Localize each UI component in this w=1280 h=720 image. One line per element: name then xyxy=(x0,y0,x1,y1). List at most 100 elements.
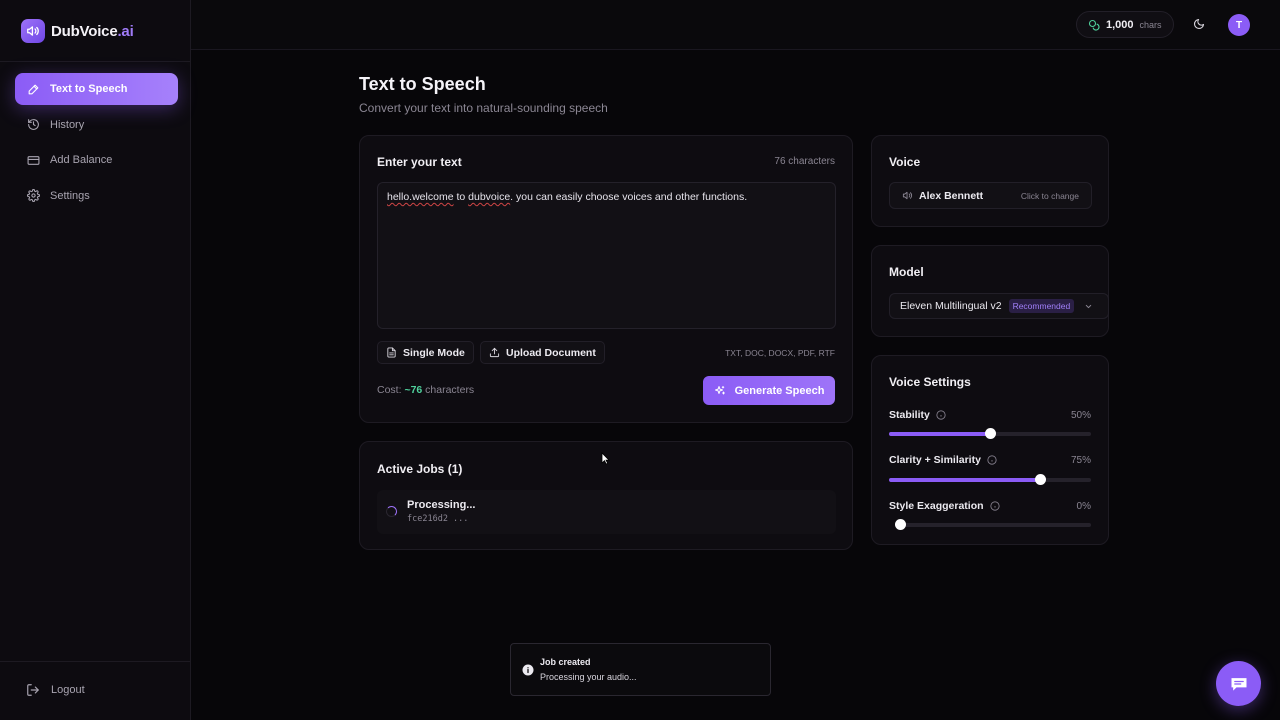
cost-suffix: characters xyxy=(422,384,475,396)
toast-title: Job created xyxy=(540,657,591,667)
supported-formats: TXT, DOC, DOCX, PDF, RTF xyxy=(725,348,835,358)
slider-thumb[interactable] xyxy=(984,428,996,439)
style-exaggeration-value: 0% xyxy=(1076,501,1091,512)
stability-slider[interactable] xyxy=(889,428,1091,439)
sidebar-item-text-to-speech[interactable]: Text to Speech xyxy=(15,73,178,105)
model-card: Model Eleven Multilingual v2 Recommended xyxy=(871,245,1109,337)
job-status: Processing... xyxy=(407,499,476,511)
brand-name: DubVoice.ai xyxy=(51,22,134,40)
sidebar: DubVoice.ai Text to Speech History Add B… xyxy=(0,0,191,720)
stability-value: 50% xyxy=(1070,410,1091,421)
sidebar-item-history[interactable]: History xyxy=(15,109,178,141)
generate-speech-label: Generate Speech xyxy=(734,384,825,397)
generate-speech-button[interactable]: Generate Speech xyxy=(703,376,835,405)
text-input-card: Enter your text 76 characters hello.welc… xyxy=(359,135,853,423)
sidebar-item-label: Settings xyxy=(50,189,90,202)
upload-document-label: Upload Document xyxy=(506,346,596,359)
card-title: Enter your text xyxy=(377,155,462,169)
style-exaggeration-label: Style Exaggeration xyxy=(889,500,1000,512)
spinner-icon xyxy=(386,506,397,517)
setting-label-text: Style Exaggeration xyxy=(889,500,984,512)
clarity-value: 75% xyxy=(1070,455,1091,466)
slider-fill xyxy=(889,432,990,436)
voice-settings-card: Voice Settings Stability 50% Clarity + S… xyxy=(871,355,1109,545)
voice-card: Voice Alex Bennett Click to change xyxy=(871,135,1109,227)
credit-card-icon xyxy=(26,153,40,167)
chat-bubble-icon xyxy=(1229,674,1249,694)
sidebar-item-label: History xyxy=(50,118,85,131)
upload-document-button[interactable]: Upload Document xyxy=(480,341,605,364)
upload-icon xyxy=(489,347,500,358)
char-count: 76 characters xyxy=(774,156,835,167)
gear-icon xyxy=(26,189,40,203)
job-id: fce216d2 ... xyxy=(407,514,469,524)
card-title: Model xyxy=(889,265,924,279)
mic-pen-icon xyxy=(26,82,40,96)
top-bar: 1,000 chars T xyxy=(191,0,1280,50)
card-title: Active Jobs (1) xyxy=(377,462,463,476)
divider xyxy=(0,661,190,662)
chat-support-button[interactable] xyxy=(1216,661,1261,706)
mouse-cursor-icon xyxy=(601,452,610,465)
info-icon xyxy=(522,664,534,676)
slider-thumb[interactable] xyxy=(1035,474,1046,485)
history-icon xyxy=(26,118,40,132)
spelling-flag: hello.welcome xyxy=(387,191,454,203)
divider xyxy=(0,61,190,62)
slider-thumb[interactable] xyxy=(895,519,906,530)
sidebar-item-label: Add Balance xyxy=(50,154,113,166)
sidebar-item-settings[interactable]: Settings xyxy=(15,180,178,212)
info-icon[interactable] xyxy=(987,455,997,465)
card-title: Voice Settings xyxy=(889,375,971,389)
logout-icon xyxy=(26,683,40,697)
credits-unit: chars xyxy=(1139,19,1162,30)
text-segment: . you can easily choose voices and other… xyxy=(510,191,748,203)
voice-selector[interactable]: Alex Bennett Click to change xyxy=(889,182,1092,209)
chevron-down-icon xyxy=(1084,302,1093,311)
logout-button[interactable]: Logout xyxy=(26,683,85,697)
theme-toggle-button[interactable] xyxy=(1192,17,1206,31)
brand[interactable]: DubVoice.ai xyxy=(21,19,134,43)
sidebar-item-label: Text to Speech xyxy=(50,83,128,95)
moon-icon xyxy=(1193,18,1205,30)
document-icon xyxy=(386,347,397,358)
model-dropdown[interactable]: Eleven Multilingual v2 Recommended xyxy=(889,293,1109,319)
toast-message: Processing your audio... xyxy=(540,672,637,682)
cost-value: ~76 xyxy=(404,384,423,396)
voice-name: Alex Bennett xyxy=(919,189,984,202)
sparkles-icon xyxy=(714,385,726,397)
credits-value: 1,000 xyxy=(1106,18,1134,31)
credits-badge[interactable]: 1,000 chars xyxy=(1076,11,1174,38)
sidebar-nav: Text to Speech History Add Balance Setti… xyxy=(15,73,178,215)
setting-label-text: Stability xyxy=(889,409,930,421)
toast-notification: Job created Processing your audio... xyxy=(510,643,771,696)
page-subtitle: Convert your text into natural-sounding … xyxy=(359,101,608,115)
recommended-badge: Recommended xyxy=(1008,299,1075,313)
cost-prefix: Cost: xyxy=(377,384,405,396)
single-mode-label: Single Mode xyxy=(403,346,465,359)
setting-label-text: Clarity + Similarity xyxy=(889,454,981,466)
slider-fill xyxy=(889,478,1041,482)
coins-icon xyxy=(1088,19,1100,31)
style-exaggeration-slider[interactable] xyxy=(895,519,1091,530)
sidebar-item-add-balance[interactable]: Add Balance xyxy=(15,144,178,176)
stability-label: Stability xyxy=(889,409,946,421)
logout-label: Logout xyxy=(51,684,85,696)
single-mode-button[interactable]: Single Mode xyxy=(377,341,474,364)
avatar[interactable]: T xyxy=(1228,14,1250,36)
speaker-icon xyxy=(902,190,913,201)
voice-hint: Click to change xyxy=(1020,190,1079,201)
text-input[interactable]: hello.welcome to dubvoice. you can easil… xyxy=(377,182,836,329)
clarity-slider[interactable] xyxy=(889,474,1091,485)
clarity-label: Clarity + Similarity xyxy=(889,454,997,466)
spelling-flag: dubvoice xyxy=(468,191,511,203)
cost-estimate: Cost: ~76 characters xyxy=(377,384,474,396)
job-row[interactable]: Processing... fce216d2 ... xyxy=(377,490,836,534)
text-segment: to xyxy=(453,191,469,203)
speaker-logo-icon xyxy=(21,19,45,43)
card-title: Voice xyxy=(889,155,921,169)
info-icon[interactable] xyxy=(936,410,946,420)
model-name: Eleven Multilingual v2 xyxy=(900,300,1002,312)
info-icon[interactable] xyxy=(989,501,1000,511)
page-title: Text to Speech xyxy=(359,74,486,94)
